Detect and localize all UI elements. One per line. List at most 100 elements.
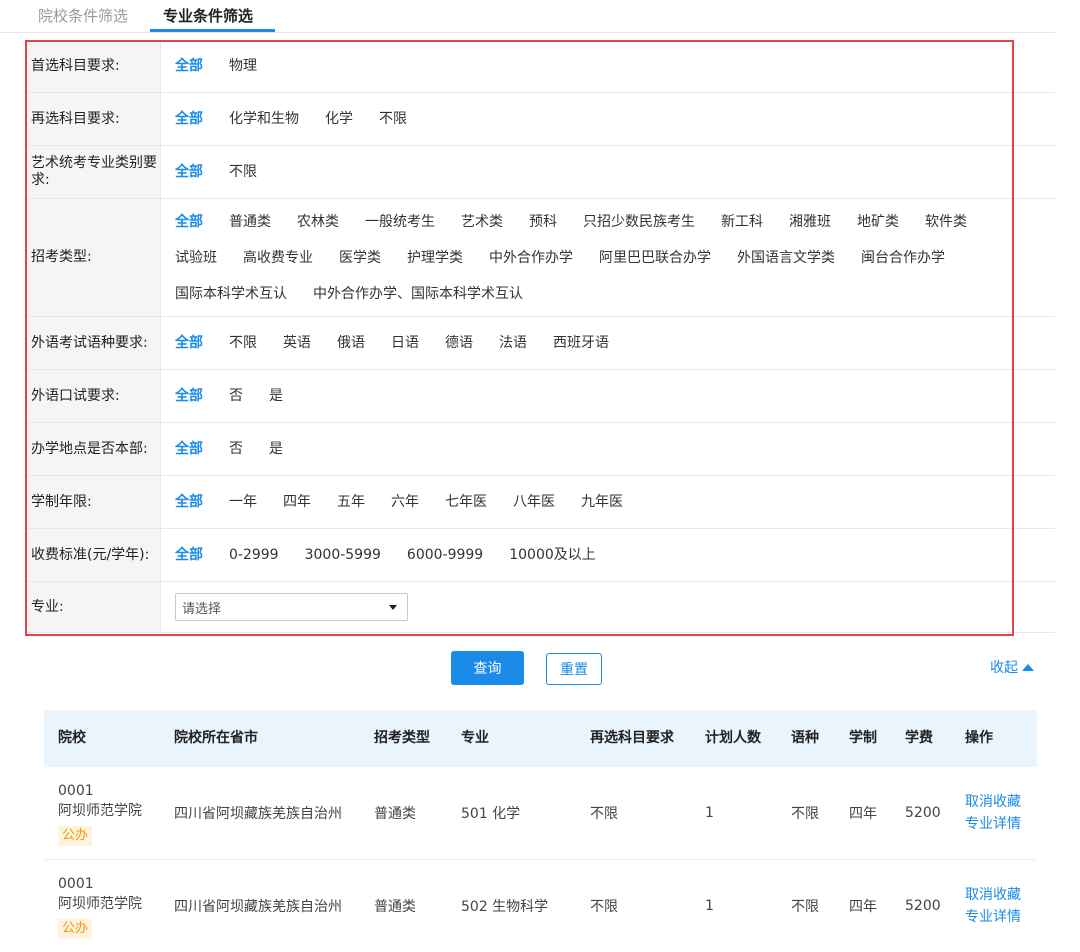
language-cell: 不限 [791,899,819,915]
filter-option[interactable]: 九年医 [581,484,623,520]
major-detail-link[interactable]: 专业详情 [965,813,1021,835]
filter-option-all[interactable]: 全部 [175,48,203,84]
filter-option[interactable]: 3000-5999 [305,537,381,573]
filter-label: 外语考试语种要求: [25,317,161,369]
major-detail-link[interactable]: 专业详情 [965,906,1021,928]
filter-option[interactable]: 不限 [229,325,257,361]
filter-option[interactable]: 阿里巴巴联合办学 [599,240,711,276]
filter-option[interactable]: 不限 [379,101,407,137]
filter-option[interactable]: 日语 [391,325,419,361]
column-header: 招考类型 [374,730,430,746]
major-select-placeholder: 请选择 [182,601,222,617]
filter-option[interactable]: 化学 [325,101,353,137]
filter-option[interactable]: 一年 [229,484,257,520]
filter-option-all[interactable]: 全部 [175,484,203,520]
filter-option[interactable]: 国际本科学术互认 [175,276,287,312]
query-button[interactable]: 查询 [451,651,524,685]
filter-row-foreign-language: 外语考试语种要求: 全部 不限 英语 俄语 日语 德语 法语 西班牙语 [25,317,1055,370]
filter-panel: 首选科目要求: 全部 物理 再选科目要求: 全部 化学和生物 化学 不限 艺术统… [25,40,1055,633]
filter-option-all[interactable]: 全部 [175,537,203,573]
tab-bar: 院校条件筛选 专业条件筛选 [0,0,1055,33]
filter-option[interactable]: 法语 [499,325,527,361]
filter-row-admission-type: 招考类型: 全部 普通类 农林类 一般统考生 艺术类 预科 只招少数民族考生 新… [25,199,1055,317]
filter-option[interactable]: 只招少数民族考生 [583,204,695,240]
filter-option[interactable]: 中外合作办学、国际本科学术互认 [313,276,523,312]
filter-option[interactable]: 六年 [391,484,419,520]
fee-cell: 5200 [905,805,941,821]
reset-button[interactable]: 重置 [546,653,602,685]
filter-option[interactable]: 预科 [529,204,557,240]
filter-option[interactable]: 七年医 [445,484,487,520]
filter-option[interactable]: 试验班 [175,240,217,276]
filter-option[interactable]: 中外合作办学 [489,240,573,276]
filter-option[interactable]: 护理学类 [407,240,463,276]
school-code: 0001 [58,875,94,892]
filter-option[interactable]: 软件类 [925,204,967,240]
operations-cell: 取消收藏 专业详情 [965,767,1021,859]
filter-option[interactable]: 英语 [283,325,311,361]
filter-option-all[interactable]: 全部 [175,154,203,190]
filter-option[interactable]: 一般统考生 [365,204,435,240]
filter-option[interactable]: 新工科 [721,204,763,240]
filter-option-all[interactable]: 全部 [175,378,203,414]
filter-option[interactable]: 否 [229,378,243,414]
filter-option[interactable]: 外国语言文学类 [737,240,835,276]
collapse-toggle[interactable]: 收起 [990,657,1034,677]
column-header: 学制 [849,730,877,746]
filter-option[interactable]: 不限 [229,154,257,190]
column-header: 再选科目要求 [590,730,674,746]
filter-option[interactable]: 农林类 [297,204,339,240]
unfavorite-link[interactable]: 取消收藏 [965,884,1021,906]
filter-option[interactable]: 五年 [337,484,365,520]
filter-option[interactable]: 湘雅班 [789,204,831,240]
filter-option[interactable]: 物理 [229,48,257,84]
filter-options: 全部 一年 四年 五年 六年 七年医 八年医 九年医 [161,476,1055,528]
filter-option[interactable]: 普通类 [229,204,271,240]
filter-label: 收费标准(元/学年): [25,529,161,581]
filter-option[interactable]: 西班牙语 [553,325,609,361]
admission-type-cell: 普通类 [374,806,416,822]
filter-option[interactable]: 地矿类 [857,204,899,240]
filter-option[interactable]: 是 [269,378,283,414]
filter-option[interactable]: 化学和生物 [229,101,299,137]
school-type-badge: 公办 [58,825,93,846]
filter-option[interactable]: 德语 [445,325,473,361]
unfavorite-link[interactable]: 取消收藏 [965,791,1021,813]
admission-type-cell: 普通类 [374,899,416,915]
filter-option[interactable]: 6000-9999 [407,537,483,573]
filter-label: 专业: [25,582,161,632]
tab-school-filter[interactable]: 院校条件筛选 [38,4,128,28]
school-cell: 0001 阿坝师范学院 公办 [58,860,142,952]
filter-option[interactable]: 高收费专业 [243,240,313,276]
filter-options: 全部 否 是 [161,423,1055,475]
filter-option[interactable]: 10000及以上 [509,537,596,573]
filter-row-art-category: 艺术统考专业类别要求: 全部 不限 [25,146,1055,199]
filter-option-all[interactable]: 全部 [175,325,203,361]
filter-row-main-campus: 办学地点是否本部: 全部 否 是 [25,423,1055,476]
filter-option[interactable]: 四年 [283,484,311,520]
filter-options: 全部 不限 [161,146,1055,198]
filter-option-all[interactable]: 全部 [175,204,203,240]
filter-option[interactable]: 否 [229,431,243,467]
filter-option[interactable]: 八年医 [513,484,555,520]
filter-option[interactable]: 是 [269,431,283,467]
fee-cell: 5200 [905,898,941,914]
filter-option[interactable]: 艺术类 [461,204,503,240]
filter-option[interactable]: 俄语 [337,325,365,361]
school-name: 阿坝师范学院 [58,802,142,819]
duration-cell: 四年 [849,806,877,822]
filter-options: 全部 否 是 [161,370,1055,422]
table-row: 0001 阿坝师范学院 公办 四川省阿坝藏族羌族自治州 普通类 501 化学 不… [44,767,1037,860]
filter-option[interactable]: 0-2999 [229,537,279,573]
filter-row-duration: 学制年限: 全部 一年 四年 五年 六年 七年医 八年医 九年医 [25,476,1055,529]
school-type-badge: 公办 [58,918,93,939]
filter-option-all[interactable]: 全部 [175,431,203,467]
major-select[interactable]: 请选择 [175,593,408,621]
filter-option[interactable]: 医学类 [339,240,381,276]
filter-row-oral-exam: 外语口试要求: 全部 否 是 [25,370,1055,423]
filter-label: 首选科目要求: [25,40,161,92]
filter-option-all[interactable]: 全部 [175,101,203,137]
tab-major-filter[interactable]: 专业条件筛选 [163,4,253,28]
table-header: 院校 院校所在省市 招考类型 专业 再选科目要求 计划人数 语种 学制 学费 操… [44,710,1037,767]
filter-option[interactable]: 闽台合作办学 [861,240,945,276]
